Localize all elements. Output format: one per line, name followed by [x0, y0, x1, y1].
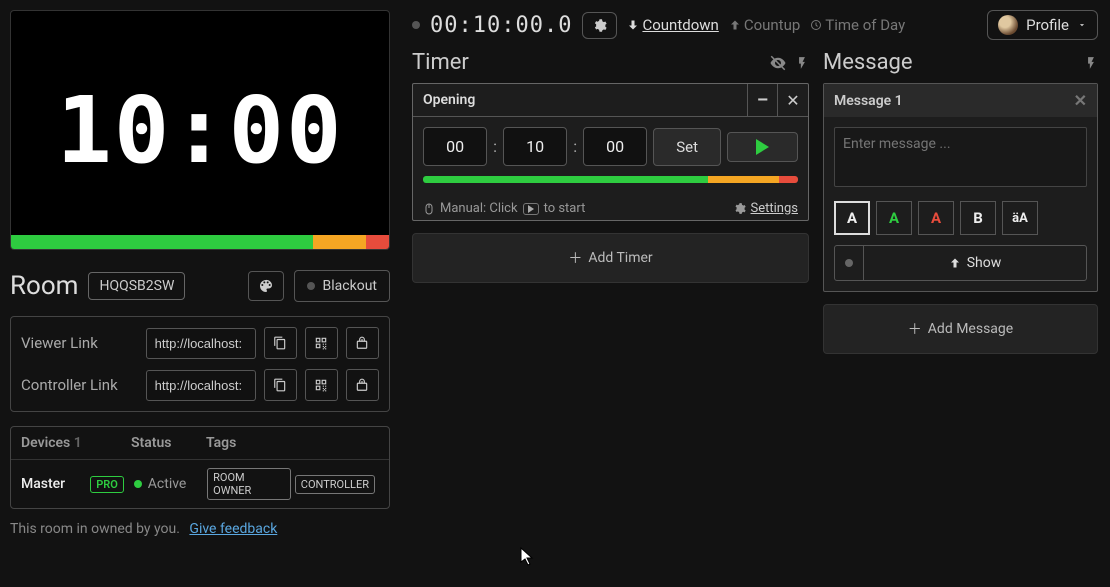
blackout-status-dot — [307, 282, 315, 290]
close-icon: ✕ — [786, 91, 799, 110]
blackout-label: Blackout — [323, 278, 377, 294]
seconds-input[interactable]: 00 — [583, 127, 647, 166]
minutes-input[interactable]: 10 — [503, 127, 567, 166]
chevron-down-icon — [1077, 20, 1087, 30]
avatar — [998, 15, 1018, 35]
play-button[interactable] — [727, 132, 798, 162]
set-button[interactable]: Set — [653, 128, 721, 166]
show-status-dot — [845, 259, 853, 267]
unlock-icon — [355, 378, 369, 392]
blackout-button[interactable]: Blackout — [294, 270, 390, 302]
qr-icon — [314, 336, 328, 350]
palette-button[interactable] — [248, 271, 284, 301]
flash-icon — [1084, 55, 1098, 71]
hint-text-suffix: to start — [544, 201, 586, 216]
message-flash-button[interactable] — [1084, 55, 1098, 71]
visibility-toggle[interactable] — [769, 54, 787, 72]
profile-menu[interactable]: Profile — [987, 10, 1098, 40]
message-textarea[interactable] — [834, 127, 1087, 187]
style-green[interactable]: A — [876, 201, 912, 235]
timer-card-title[interactable]: Opening — [413, 84, 748, 116]
plus-icon: ＋ — [568, 248, 582, 268]
controller-copy-button[interactable] — [264, 369, 297, 401]
tag-room-owner: ROOM OWNER — [207, 468, 291, 500]
viewer-link-input[interactable] — [146, 328, 256, 359]
hint-text-prefix: Manual: Click — [440, 201, 518, 216]
style-red[interactable]: A — [918, 201, 954, 235]
viewer-qr-button[interactable] — [305, 327, 338, 359]
qr-icon — [314, 378, 328, 392]
viewer-link-label: Viewer Link — [21, 334, 138, 352]
minimize-button[interactable]: – — [748, 84, 778, 116]
devices-count: 1 — [74, 435, 82, 451]
device-status: Active — [148, 476, 207, 492]
topbar-time: 00:10:00.0 — [430, 13, 572, 38]
timer-display: 10:00 — [10, 10, 390, 250]
add-timer-button[interactable]: ＋ Add Timer — [412, 233, 809, 283]
message-close-button[interactable]: ✕ — [1074, 91, 1087, 110]
controller-link-input[interactable] — [146, 370, 256, 401]
palette-icon — [258, 278, 274, 294]
arrow-up-icon — [949, 257, 961, 269]
clock-icon — [810, 19, 822, 31]
settings-gear-button[interactable] — [582, 12, 617, 39]
mode-countup[interactable]: Countup — [729, 16, 800, 34]
devices-header: Devices — [21, 435, 70, 451]
controller-link-label: Controller Link — [21, 376, 138, 394]
feedback-link[interactable]: Give feedback — [189, 521, 277, 537]
tags-header: Tags — [206, 435, 379, 451]
viewer-lock-button[interactable] — [346, 327, 379, 359]
hours-input[interactable]: 00 — [423, 127, 487, 166]
mode-countdown[interactable]: Countdown — [627, 16, 718, 34]
flash-button[interactable] — [795, 55, 809, 71]
mouse-icon — [423, 202, 435, 216]
device-row[interactable]: Master PRO Active ROOM OWNER CONTROLLER — [11, 460, 389, 508]
display-progress-bar — [11, 235, 389, 249]
timer-section-title: Timer — [412, 50, 761, 75]
device-name: Master — [21, 476, 90, 492]
play-icon — [756, 139, 769, 155]
style-case[interactable]: äA — [1002, 201, 1038, 235]
close-button[interactable]: ✕ — [778, 84, 808, 116]
copy-icon — [273, 378, 287, 392]
copy-icon — [273, 336, 287, 350]
arrow-up-icon — [729, 19, 741, 31]
timer-settings-link[interactable]: Settings — [751, 201, 798, 216]
add-message-button[interactable]: ＋ Add Message — [823, 304, 1098, 354]
style-bold[interactable]: B — [960, 201, 996, 235]
controller-qr-button[interactable] — [305, 369, 338, 401]
mini-play-icon — [523, 203, 539, 215]
connection-dot — [412, 21, 420, 29]
minus-icon: – — [757, 90, 768, 111]
message-section-title: Message — [823, 50, 1076, 75]
viewer-copy-button[interactable] — [264, 327, 297, 359]
owner-note: This room in owned by you. — [10, 521, 180, 537]
timer-progress-bar — [423, 176, 798, 183]
show-button[interactable]: Show — [863, 246, 1086, 280]
mode-time-of-day[interactable]: Time of Day — [810, 16, 905, 34]
tag-controller: CONTROLLER — [295, 475, 375, 494]
flash-icon — [795, 55, 809, 71]
profile-label: Profile — [1026, 16, 1069, 34]
display-time: 10:00 — [11, 77, 389, 184]
gear-icon — [733, 202, 746, 215]
status-header: Status — [131, 435, 206, 451]
plus-icon: ＋ — [908, 319, 922, 339]
style-white[interactable]: A — [834, 201, 870, 235]
status-dot — [134, 480, 142, 488]
eye-off-icon — [769, 54, 787, 72]
unlock-icon — [355, 336, 369, 350]
arrow-down-icon — [627, 19, 639, 31]
room-label: Room — [10, 271, 78, 301]
gear-icon — [592, 18, 607, 33]
controller-lock-button[interactable] — [346, 369, 379, 401]
room-code[interactable]: HQQSB2SW — [88, 272, 185, 300]
message-card-title[interactable]: Message 1 — [834, 93, 903, 109]
pro-badge: PRO — [90, 476, 124, 493]
